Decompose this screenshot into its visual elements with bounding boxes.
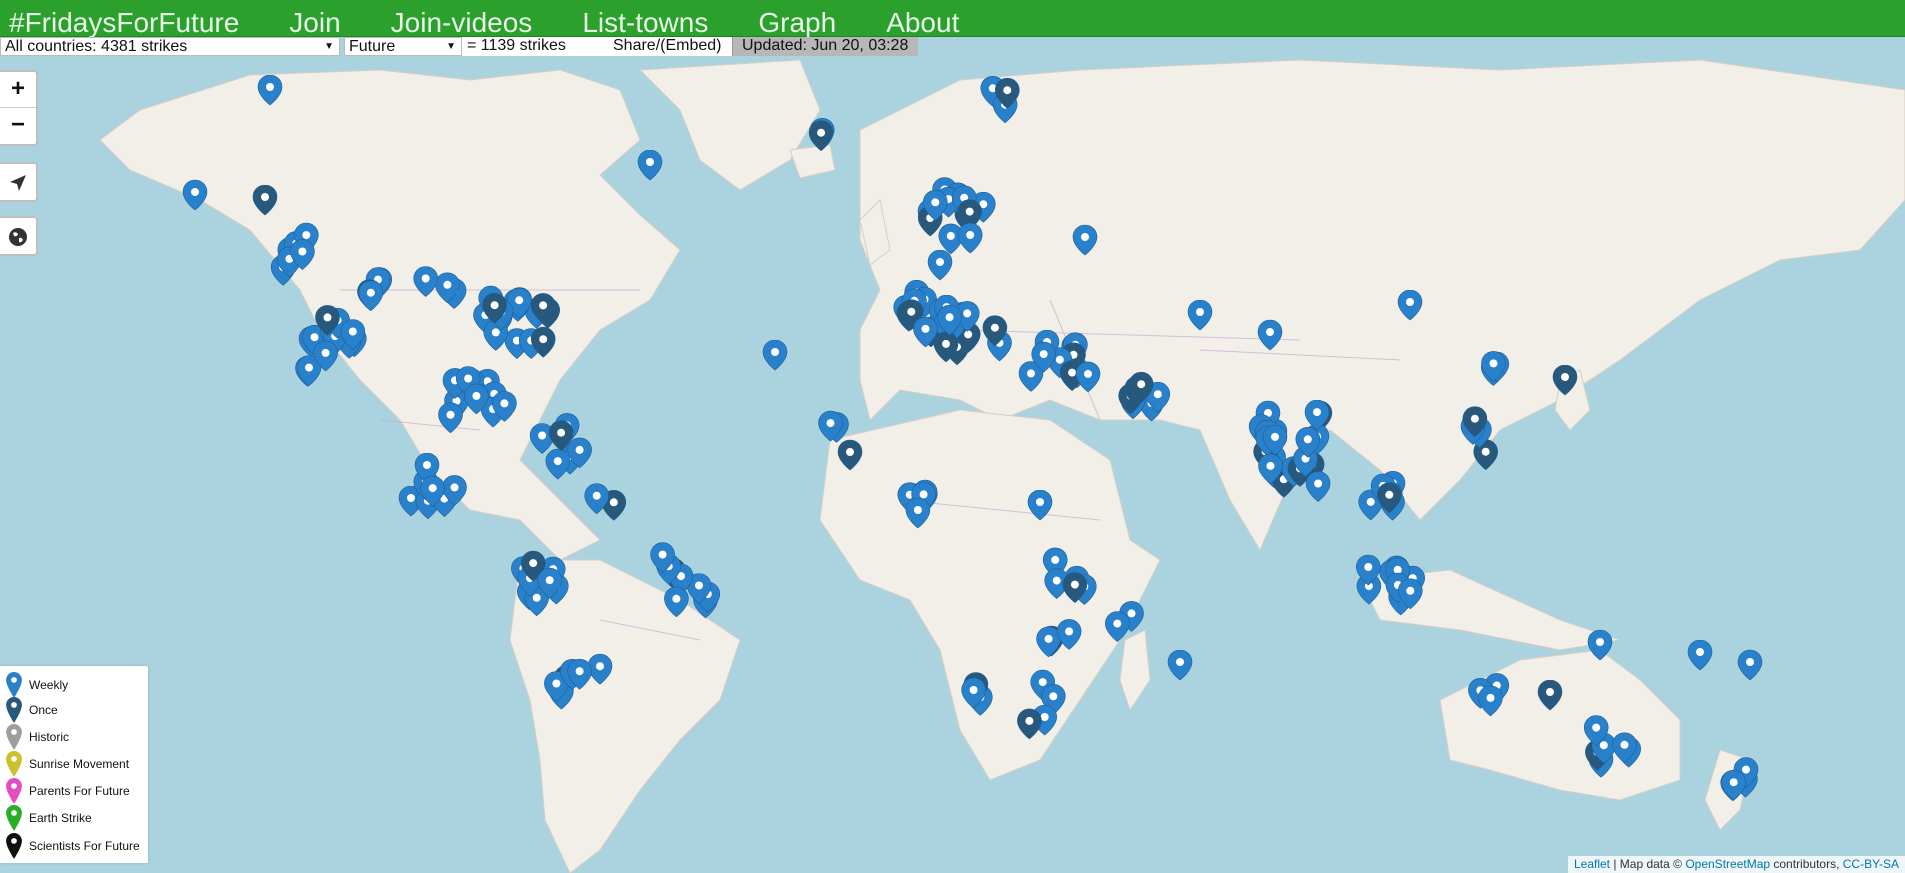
license-link[interactable]: CC-BY-SA (1843, 857, 1899, 871)
marker-weekly-icon (6, 672, 22, 698)
nav-join-link[interactable]: Join (289, 0, 340, 38)
nav-brand-link[interactable]: #FridaysForFuture (9, 0, 239, 38)
zoom-out-button[interactable]: − (0, 108, 36, 144)
world-view-button[interactable] (0, 216, 38, 256)
zoom-control: + − (0, 70, 38, 146)
dropdown-arrow-icon: ▼ (446, 41, 456, 52)
legend-item-earth-strike: Earth Strike (6, 805, 146, 831)
nav-list-towns-link[interactable]: List-towns (582, 0, 708, 38)
world-map[interactable]: + − Weekly Once Historic Sunrise Movemen… (0, 56, 1905, 873)
legend-label: Scientists For Future (29, 839, 140, 853)
map-attribution: Leaflet | Map data © OpenStreetMap contr… (1567, 856, 1905, 873)
marker-sunrise-icon (6, 751, 22, 777)
nav-graph-link[interactable]: Graph (758, 0, 836, 38)
legend-item-sunrise: Sunrise Movement (6, 751, 146, 777)
marker-parents-icon (6, 778, 22, 804)
attribution-contributors: contributors, (1770, 857, 1843, 871)
time-filter-value: Future (349, 38, 396, 55)
legend-label: Historic (29, 730, 70, 744)
legend-label: Earth Strike (29, 811, 92, 825)
legend-label: Parents For Future (29, 784, 130, 798)
openstreetmap-link[interactable]: OpenStreetMap (1685, 857, 1770, 871)
marker-earth-strike-icon (6, 805, 22, 831)
dropdown-arrow-icon: ▼ (324, 41, 334, 52)
legend-item-parents: Parents For Future (6, 778, 146, 804)
legend-item-scientists: Scientists For Future (6, 833, 146, 859)
zoom-in-button[interactable]: + (0, 72, 36, 108)
updated-timestamp: Updated: Jun 20, 03:28 (732, 37, 919, 56)
nav-about-link[interactable]: About (886, 0, 959, 38)
country-filter-select[interactable]: All countries: 4381 strikes ▼ (0, 37, 340, 56)
attribution-separator: | Map data © (1610, 857, 1686, 871)
locate-arrow-icon (10, 175, 26, 191)
legend-item-historic: Historic (6, 724, 146, 750)
filter-bar: All countries: 4381 strikes ▼ Future ▼ =… (0, 37, 919, 56)
marker-legend: Weekly Once Historic Sunrise Movement Pa… (0, 666, 148, 863)
marker-once-icon (6, 697, 22, 723)
nav-menu: #FridaysForFuture Join Join-videos List-… (0, 0, 959, 38)
share-embed-link[interactable]: Share/(Embed) (607, 37, 732, 56)
nav-join-videos-link[interactable]: Join-videos (391, 0, 533, 38)
globe-icon (9, 228, 27, 246)
legend-label: Sunrise Movement (29, 757, 130, 771)
country-filter-value: All countries: 4381 strikes (5, 38, 188, 55)
top-navbar: #FridaysForFuture Join Join-videos List-… (0, 0, 1905, 38)
strike-count: = 1139 strikes (462, 37, 607, 56)
map-canvas[interactable] (0, 56, 1905, 873)
locate-button[interactable] (0, 162, 38, 202)
app-root: #FridaysForFuture Join Join-videos List-… (0, 0, 1905, 873)
legend-label: Weekly (29, 678, 69, 692)
time-filter-select[interactable]: Future ▼ (344, 37, 462, 56)
legend-label: Once (29, 703, 58, 717)
marker-scientists-icon (6, 833, 22, 859)
leaflet-link[interactable]: Leaflet (1574, 857, 1610, 871)
legend-item-weekly: Weekly (6, 672, 146, 698)
marker-historic-icon (6, 724, 22, 750)
legend-item-once: Once (6, 697, 146, 723)
